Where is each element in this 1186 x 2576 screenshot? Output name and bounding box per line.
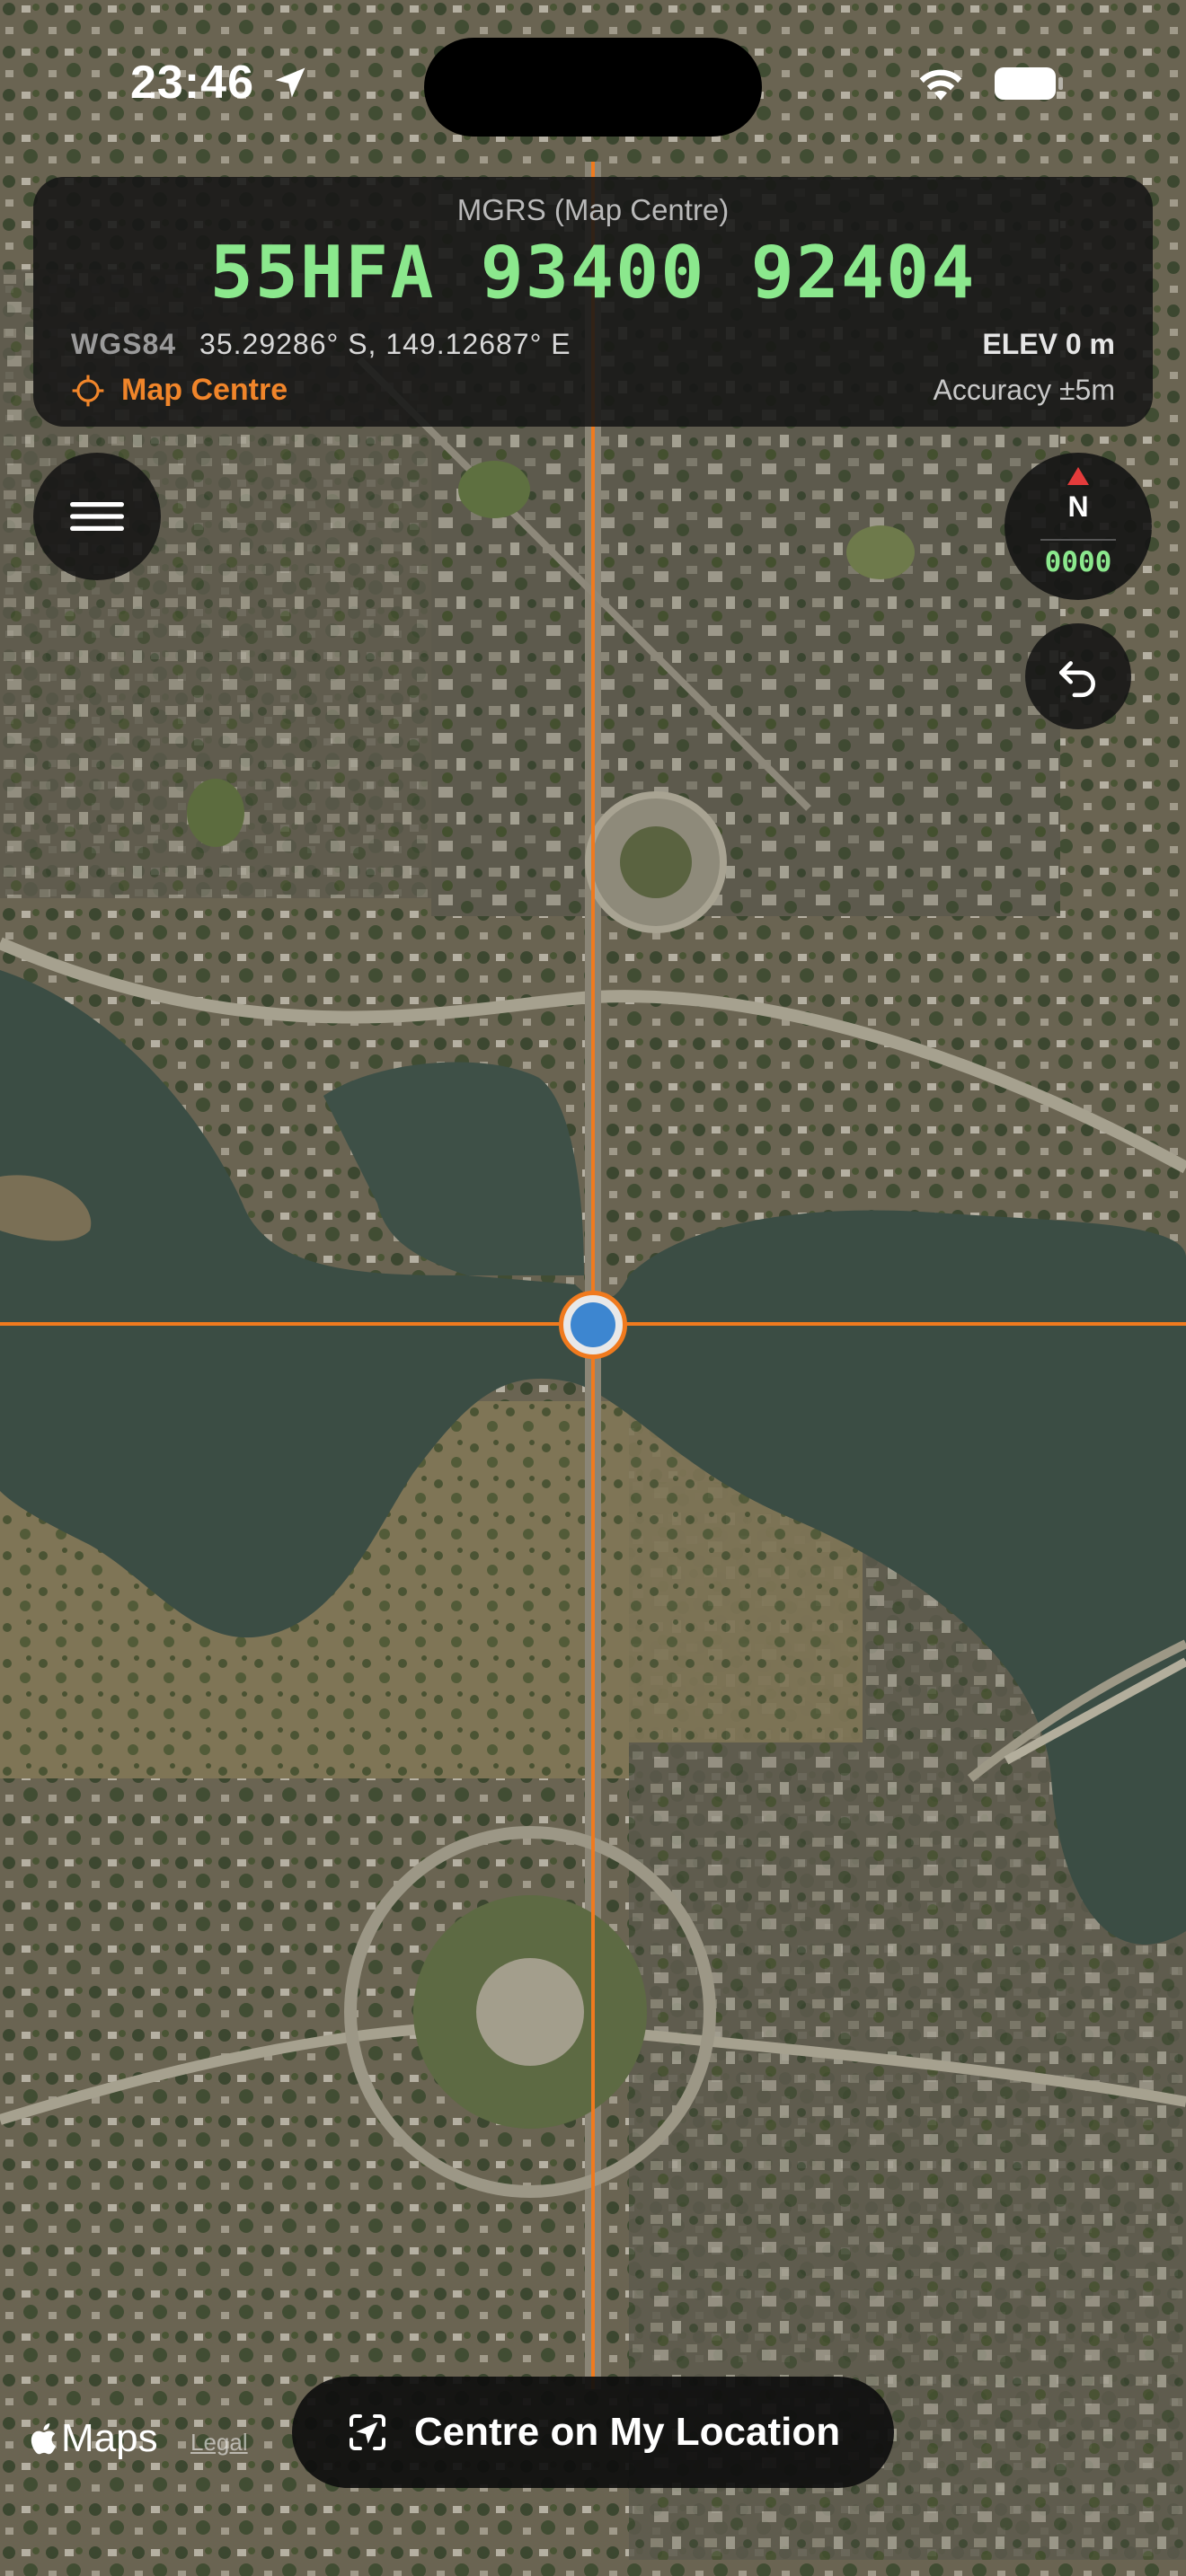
locate-viewfinder-icon xyxy=(349,2414,385,2450)
latlon-row: WGS84 35.29286° S, 149.12687° E ELEV 0 m xyxy=(71,328,1115,361)
dynamic-island xyxy=(424,38,762,137)
north-arrow-icon xyxy=(1067,467,1089,485)
panel-title: MGRS (Map Centre) xyxy=(456,193,730,226)
menu-button[interactable] xyxy=(33,453,161,580)
datum-label: WGS84 xyxy=(71,328,177,360)
crosshair-icon xyxy=(72,375,104,406)
mode-toggle[interactable]: Map Centre xyxy=(71,373,288,408)
latlon-value[interactable]: 35.29286° S, 149.12687° E xyxy=(199,328,571,361)
accuracy-value: Accuracy ±5m xyxy=(933,374,1116,406)
compass-button[interactable]: N 0000 xyxy=(1005,453,1152,600)
undo-button[interactable] xyxy=(1025,623,1131,729)
hamburger-icon xyxy=(70,502,124,531)
mgrs-coordinate[interactable]: 55HFA 93400 92404 xyxy=(33,231,1153,314)
maps-attribution: Maps xyxy=(61,2416,158,2460)
north-label: N xyxy=(1067,490,1089,523)
status-time-text: 23:46 xyxy=(130,57,254,109)
apple-maps-logo: Maps xyxy=(27,2416,158,2461)
legal-link[interactable]: Legal xyxy=(190,2429,248,2457)
status-bar-right xyxy=(916,65,1065,102)
location-arrow-icon xyxy=(275,67,305,98)
mode-label: Map Centre xyxy=(121,373,288,407)
centre-button-label: Centre on My Location xyxy=(413,2410,841,2454)
mgrs-coordinate-panel: MGRS (Map Centre) 55HFA 93400 92404 WGS8… xyxy=(33,177,1153,427)
bearing-value: 0000 xyxy=(1044,546,1112,578)
mode-row: Map Centre Accuracy ±5m xyxy=(71,373,1115,408)
current-location-dot xyxy=(571,1302,615,1347)
crosshair-vertical-line xyxy=(591,162,595,2389)
compass-divider xyxy=(1040,539,1116,541)
wifi-icon xyxy=(919,69,962,101)
undo-icon xyxy=(1058,661,1095,698)
elevation-value: ELEV 0 m xyxy=(982,328,1115,360)
status-bar-time: 23:46 xyxy=(130,56,310,110)
centre-on-location-button[interactable]: Centre on My Location xyxy=(292,2377,894,2488)
apple-logo-icon xyxy=(31,2423,57,2455)
battery-icon xyxy=(995,67,1063,100)
map-centre-marker xyxy=(559,1291,627,1359)
